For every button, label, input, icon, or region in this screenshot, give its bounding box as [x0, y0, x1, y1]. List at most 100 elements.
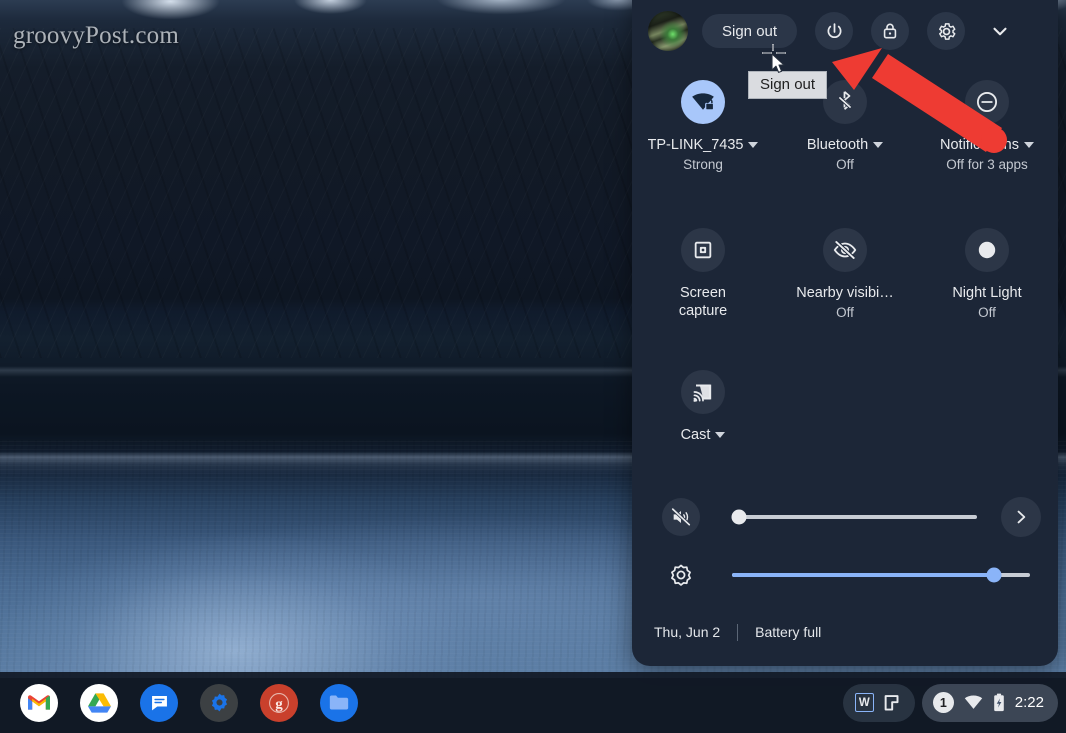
audio-settings-next-button[interactable] [1001, 497, 1041, 537]
power-icon [827, 22, 841, 38]
site-watermark: groovyPost.com [13, 22, 179, 49]
power-button[interactable] [815, 12, 854, 50]
nearby-visibility-status: Off [836, 305, 854, 320]
cast-label: Cast [681, 426, 726, 444]
ime-stylus-tray[interactable]: W [842, 683, 915, 722]
cast-icon [693, 384, 712, 402]
chevron-right-icon [1017, 510, 1026, 524]
notifications-tile[interactable]: Notifications Off for 3 apps [916, 74, 1058, 172]
wifi-icon [964, 695, 983, 709]
network-tile-status: Strong [683, 157, 723, 172]
volume-knob[interactable] [731, 509, 747, 525]
lock-icon [883, 23, 897, 39]
quick-settings-panel: Sign out TP-LINK_7435 Strong Bluetooth O… [632, 0, 1058, 666]
night-light-tile[interactable]: Night Light Off [916, 222, 1058, 320]
screen-capture-label-line2: capture [678, 303, 728, 319]
groovypost-g-icon: g [267, 691, 291, 714]
night-light-icon-wrap [965, 228, 1009, 272]
cast-tile[interactable]: Cast [632, 364, 774, 444]
settings-gear-icon [211, 693, 227, 712]
wifi-locked-icon-wrap [681, 80, 725, 124]
bluetooth-label-text: Bluetooth [806, 137, 869, 153]
groovypost-app-icon[interactable]: g [260, 683, 298, 722]
quick-settings-header: Sign out [632, 0, 1058, 62]
volume-track-wrap[interactable] [731, 505, 977, 529]
quick-settings-footer: Thu, Jun 2 Battery full [632, 620, 1058, 644]
collapse-button[interactable] [983, 14, 1017, 48]
battery-charging-icon [993, 693, 1004, 712]
network-name: TP-LINK_7435 [647, 137, 744, 153]
brightness-fill [732, 573, 995, 577]
night-light-icon [978, 241, 996, 259]
settings-app-icon[interactable] [200, 683, 238, 722]
eye-off-icon [833, 240, 857, 260]
messages-app-icon[interactable] [140, 683, 178, 722]
files-app-icon[interactable] [320, 683, 358, 722]
notification-count-badge[interactable]: 1 [932, 692, 954, 713]
stylus-icon[interactable] [883, 694, 903, 712]
settings-button[interactable] [927, 12, 966, 50]
gmail-icon [28, 694, 50, 710]
wifi-locked-icon [692, 93, 715, 111]
gmail-app-icon[interactable] [20, 683, 58, 722]
brightness-icon [671, 564, 691, 586]
chevron-down-icon [993, 27, 1007, 36]
night-light-label: Night Light [952, 284, 1021, 302]
notifications-tile-status: Off for 3 apps [946, 157, 1028, 172]
system-tray: W 1 2:22 [842, 683, 1058, 722]
bluetooth-disabled-icon [838, 91, 852, 110]
notifications-tile-label: Notifications [940, 136, 1034, 154]
screen-capture-label-line1: Screen [680, 285, 726, 301]
chevron-down-icon [715, 432, 726, 438]
bluetooth-tile-status: Off [836, 157, 854, 172]
messages-icon [151, 695, 167, 711]
eye-off-icon-wrap [823, 228, 867, 272]
date-label[interactable]: Thu, Jun 2 [654, 624, 720, 640]
brightness-slider-row [632, 550, 1058, 600]
do-not-disturb-icon-wrap [965, 80, 1009, 124]
gear-icon [938, 22, 956, 40]
battery-label[interactable]: Battery full [755, 624, 821, 640]
footer-divider [737, 623, 739, 641]
screen-capture-icon-wrap [681, 228, 725, 272]
user-avatar[interactable] [648, 11, 688, 51]
notifications-label-text: Notifications [940, 137, 1019, 153]
sign-out-tooltip: Sign out [748, 71, 828, 99]
clock-label[interactable]: 2:22 [1015, 694, 1044, 711]
shelf-app-list: g [20, 683, 358, 722]
brightness-track-wrap[interactable] [732, 563, 1030, 587]
volume-track[interactable] [731, 509, 977, 525]
quick-settings-tiles: TP-LINK_7435 Strong Bluetooth Off Notifi… [632, 74, 1058, 444]
chromeos-desktop: groovyPost.com Sign out TP-LINK_7435 Str… [0, 0, 1066, 733]
night-light-status: Off [978, 305, 996, 320]
lock-button[interactable] [871, 12, 910, 50]
tile-row-spacer-2 [632, 320, 1058, 364]
chevron-down-icon [1023, 142, 1034, 148]
nearby-visibility-tile[interactable]: Nearby visibi… Off [774, 222, 916, 320]
bluetooth-tile-label: Bluetooth [806, 136, 884, 154]
tile-row-spacer [632, 172, 1058, 222]
chevron-down-icon [748, 142, 759, 148]
svg-text:g: g [275, 696, 283, 712]
status-tray[interactable]: 1 2:22 [921, 683, 1058, 722]
chevron-down-icon [873, 142, 884, 148]
screen-capture-icon [694, 241, 712, 259]
network-tile-label: TP-LINK_7435 [648, 136, 759, 154]
ime-indicator[interactable]: W [854, 693, 874, 712]
do-not-disturb-icon [976, 91, 998, 113]
nearby-visibility-label-text: Nearby visibi… [796, 285, 894, 301]
volume-mute-icon [671, 507, 691, 526]
brightness-knob[interactable] [986, 567, 1002, 583]
bluetooth-icon-wrap [823, 80, 867, 124]
screen-capture-tile[interactable]: Screen capture [632, 222, 774, 320]
volume-mute-button[interactable] [662, 498, 700, 536]
shelf: g W 1 2:22 [0, 672, 1066, 733]
brightness-track[interactable] [732, 567, 1030, 583]
cast-icon-wrap [681, 370, 725, 414]
google-drive-app-icon[interactable] [80, 683, 118, 722]
cast-label-text: Cast [680, 427, 711, 443]
google-drive-icon [87, 692, 111, 713]
sign-out-button[interactable]: Sign out [702, 14, 798, 48]
nearby-visibility-label: Nearby visibi… [796, 284, 894, 302]
volume-slider-row [632, 492, 1058, 542]
